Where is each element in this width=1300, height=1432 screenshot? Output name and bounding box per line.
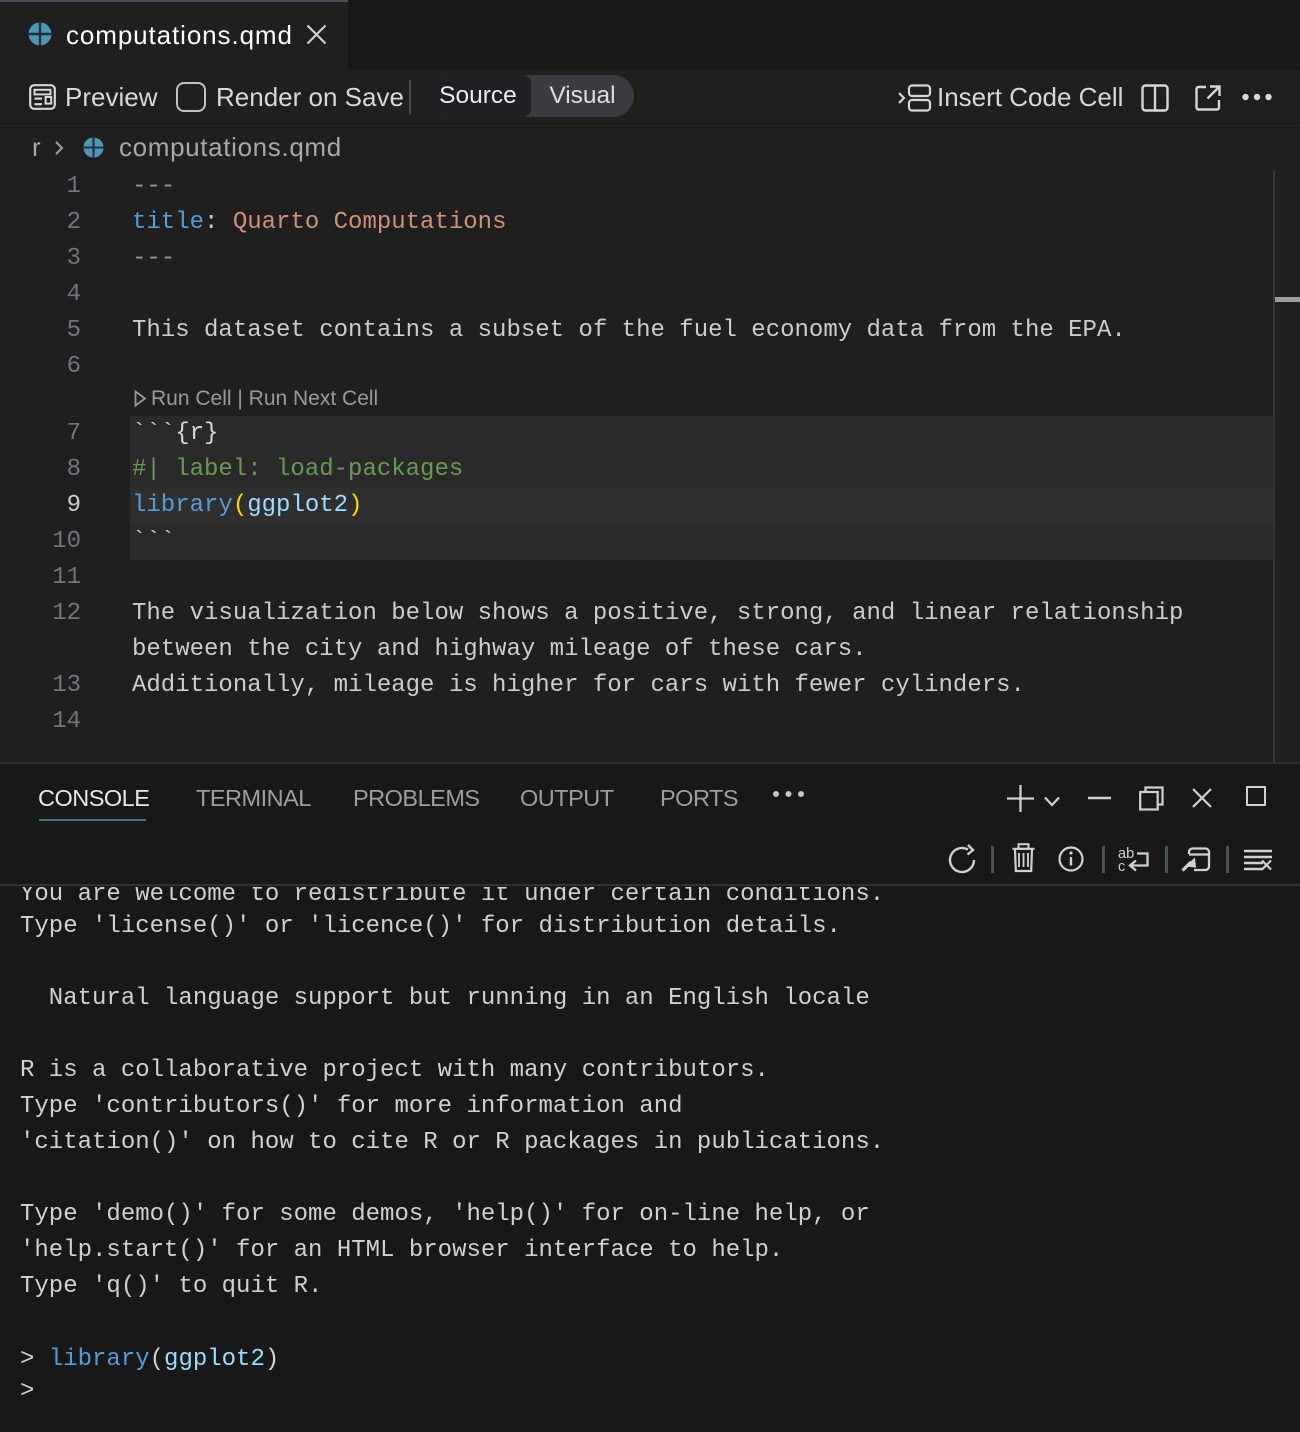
svg-text:c: c <box>1118 859 1125 874</box>
